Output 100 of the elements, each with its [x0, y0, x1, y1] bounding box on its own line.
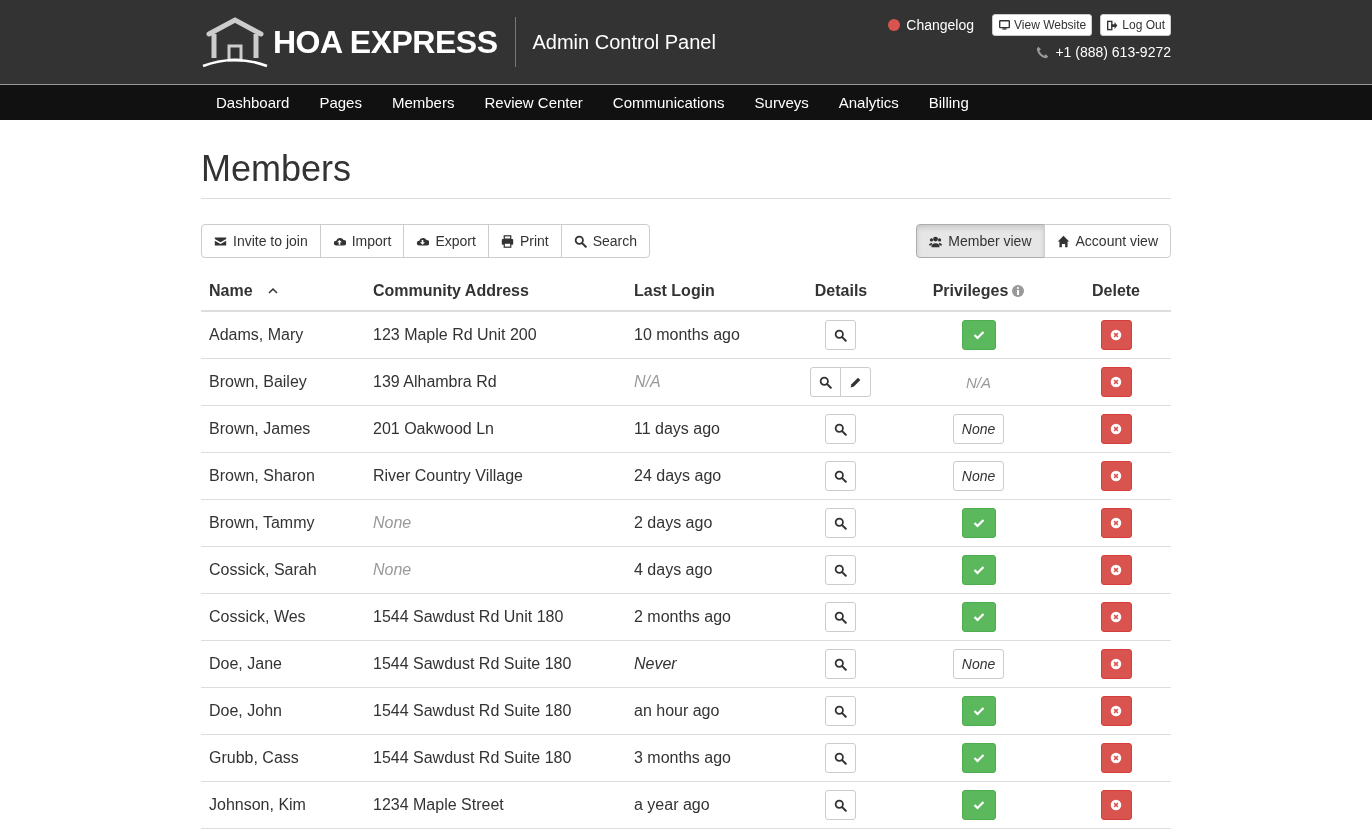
- member-name: Johnson, Kim: [208, 796, 307, 814]
- member-name: Doe, John: [208, 702, 283, 720]
- view-details-button[interactable]: [825, 320, 856, 350]
- nav-link[interactable]: Members: [376, 94, 470, 111]
- last-login-cell-text: 2 months ago: [633, 608, 732, 626]
- last-login-cell-text: Never: [633, 655, 678, 673]
- check-icon: [972, 517, 985, 529]
- view-details-button[interactable]: [825, 508, 856, 538]
- privileges-button[interactable]: [961, 602, 996, 632]
- toolbar-button[interactable]: Print: [487, 224, 562, 258]
- view-details-button[interactable]: [825, 790, 856, 820]
- toolbar-button[interactable]: Search: [560, 224, 651, 258]
- delete-button[interactable]: [1100, 461, 1132, 491]
- nav-link[interactable]: Dashboard: [201, 94, 305, 111]
- member-name: Brown, Tammy: [208, 514, 316, 532]
- house-icon: [1056, 234, 1070, 248]
- search-icon: [834, 798, 847, 812]
- column-header: Name: [209, 282, 253, 300]
- close-circle-icon: [1110, 329, 1122, 341]
- search-icon: [834, 328, 847, 342]
- address-cell-text: River Country Village: [372, 467, 524, 485]
- log-out-button[interactable]: Log Out: [1100, 14, 1171, 36]
- toolbar-button[interactable]: Export: [403, 224, 489, 258]
- check-icon: [972, 705, 985, 717]
- edit-button[interactable]: [840, 367, 871, 397]
- privileges-button[interactable]: None: [952, 649, 1005, 679]
- privileges-button[interactable]: [961, 320, 996, 350]
- nav-link[interactable]: Analytics: [823, 94, 914, 111]
- column-header: Delete: [1092, 282, 1140, 300]
- close-circle-icon: [1110, 658, 1122, 670]
- check-icon: [972, 611, 985, 623]
- delete-button[interactable]: [1100, 320, 1132, 350]
- privileges-button[interactable]: [961, 743, 996, 773]
- view-details-button[interactable]: [825, 649, 856, 679]
- last-login-cell-text: 10 months ago: [633, 326, 741, 344]
- member-name: Cossick, Wes: [208, 608, 307, 626]
- check-icon: [972, 799, 985, 811]
- toolbar-button[interactable]: Import: [319, 224, 405, 258]
- brand-name: HOA EXPRESS: [273, 26, 498, 58]
- users-icon: [929, 234, 943, 248]
- close-circle-icon: [1110, 611, 1122, 623]
- close-circle-icon: [1110, 423, 1122, 435]
- nav-link[interactable]: Communications: [597, 94, 740, 111]
- address-cell-text: 1544 Sawdust Rd Suite 180: [372, 702, 573, 720]
- member-name: Brown, Bailey: [208, 373, 308, 391]
- close-circle-icon: [1110, 799, 1122, 811]
- privileges-button[interactable]: [961, 696, 996, 726]
- last-login-cell-text: 2 days ago: [633, 514, 714, 532]
- phone-icon: [1036, 45, 1050, 59]
- view-details-button[interactable]: [825, 555, 856, 585]
- privileges-button[interactable]: [961, 508, 996, 538]
- view-details-button[interactable]: [825, 743, 856, 773]
- view-details-button[interactable]: [825, 602, 856, 632]
- toolbar-button[interactable]: Invite to join: [201, 224, 321, 258]
- delete-button[interactable]: [1100, 555, 1132, 585]
- view-details-button[interactable]: [825, 414, 856, 444]
- page-title: Members: [201, 148, 1171, 199]
- nav-link[interactable]: Pages: [304, 94, 377, 111]
- delete-button[interactable]: [1100, 696, 1132, 726]
- delete-button[interactable]: [1100, 414, 1132, 444]
- delete-button[interactable]: [1100, 743, 1132, 773]
- phone-number: +1 (888) 613-9272: [1055, 44, 1171, 60]
- member-name: Brown, Sharon: [208, 467, 316, 485]
- delete-button[interactable]: [1100, 367, 1132, 397]
- privileges-button[interactable]: [961, 790, 996, 820]
- search-icon: [834, 751, 847, 765]
- nav-link[interactable]: Billing: [913, 94, 984, 111]
- address-cell-text: 1544 Sawdust Rd Suite 180: [372, 655, 573, 673]
- view-details-button[interactable]: [810, 367, 841, 397]
- member-name: Doe, Jane: [208, 655, 283, 673]
- info-icon[interactable]: [1012, 285, 1025, 297]
- search-icon: [834, 657, 847, 671]
- nav-link[interactable]: Review Center: [469, 94, 598, 111]
- nav-link[interactable]: Surveys: [739, 94, 824, 111]
- delete-button[interactable]: [1100, 649, 1132, 679]
- privileges-button[interactable]: [961, 555, 996, 585]
- view-details-button[interactable]: [825, 461, 856, 491]
- column-header: Last Login: [634, 282, 715, 300]
- privileges-cell: N/A: [966, 373, 991, 391]
- changelog-link[interactable]: Changelog: [906, 17, 975, 33]
- delete-button[interactable]: [1100, 602, 1132, 632]
- last-login-cell-text: 3 months ago: [633, 749, 732, 767]
- search-icon: [834, 704, 847, 718]
- privileges-button[interactable]: None: [952, 414, 1005, 444]
- view-toggle-button[interactable]: Member view: [916, 224, 1045, 258]
- view-toggle-button[interactable]: Account view: [1043, 224, 1171, 258]
- delete-button[interactable]: [1100, 790, 1132, 820]
- view-details-button[interactable]: [825, 696, 856, 726]
- address-cell-text: 1544 Sawdust Rd Suite 180: [372, 749, 573, 767]
- column-header: Community Address: [373, 282, 529, 300]
- search-icon: [834, 469, 847, 483]
- monitor-icon: [998, 19, 1012, 31]
- printer-icon: [500, 234, 514, 248]
- privileges-button[interactable]: None: [952, 461, 1005, 491]
- member-name: Adams, Mary: [208, 326, 305, 344]
- last-login-cell-text: an hour ago: [633, 702, 721, 720]
- close-circle-icon: [1110, 705, 1122, 717]
- view-website-button[interactable]: View Website: [992, 14, 1093, 36]
- delete-button[interactable]: [1100, 508, 1132, 538]
- last-login-cell-text: N/A: [633, 373, 662, 391]
